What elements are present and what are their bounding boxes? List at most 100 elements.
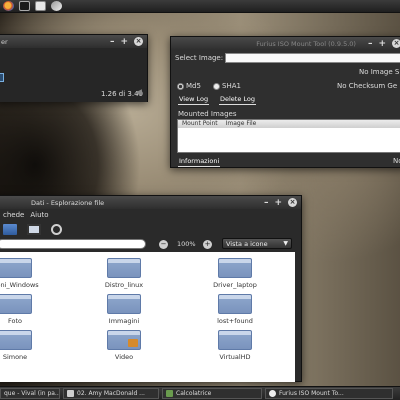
zoom-level: 100% xyxy=(177,240,196,248)
maximize-button[interactable]: + xyxy=(120,37,128,47)
table-header: Mount Point Image File xyxy=(178,120,400,128)
select-image-input[interactable] xyxy=(225,53,400,63)
folder-icon xyxy=(218,294,252,314)
no-image-text: No Image S xyxy=(359,68,400,76)
select-image-label: Select Image: xyxy=(175,54,224,62)
path-input[interactable] xyxy=(0,239,146,249)
task-label: Calcolatrice xyxy=(176,390,212,397)
folder-icon xyxy=(0,294,32,314)
music-icon xyxy=(67,390,74,397)
play-button[interactable] xyxy=(0,73,4,82)
file-icon-view: zioni_Windows Distro_linux Driver_laptop… xyxy=(0,252,295,382)
task-button-calculator[interactable]: Calcolatrice xyxy=(162,388,262,399)
info-button[interactable]: Informazioni xyxy=(178,157,221,167)
player-title: er xyxy=(1,37,8,46)
terminal-icon[interactable] xyxy=(19,1,30,11)
chevron-down-icon: ▼ xyxy=(283,240,288,247)
video-folder-icon xyxy=(107,330,141,350)
explorer-titlebar[interactable]: Dati - Esplorazione file – + × xyxy=(0,196,301,209)
player-titlebar[interactable]: er – + × xyxy=(0,35,147,48)
player-body: 1.26 di 3.40 ◀ xyxy=(0,48,147,102)
list-item[interactable]: Foto xyxy=(0,294,55,325)
disc-icon xyxy=(269,390,276,397)
zoom-out-button[interactable]: − xyxy=(159,240,168,249)
task-label: 02. Amy MacDonald ... xyxy=(77,390,145,397)
tools-icon[interactable] xyxy=(51,1,62,11)
iso-window-title: Furius ISO Mount Tool (0.9.5.0) xyxy=(256,39,356,48)
col-image-file[interactable]: Image File xyxy=(226,120,257,128)
file-explorer-window: Dati - Esplorazione file – + × chede Aiu… xyxy=(0,195,302,382)
col-mount-point[interactable]: Mount Point xyxy=(182,120,218,128)
maximize-button[interactable]: + xyxy=(274,198,282,208)
list-item[interactable]: VirtualHD xyxy=(195,330,275,361)
menu-bar: chede Aiuto xyxy=(0,209,301,220)
trailing-text: No xyxy=(393,157,400,165)
mail-icon[interactable] xyxy=(35,1,46,11)
file-name: VirtualHD xyxy=(219,353,251,361)
list-item[interactable]: zioni_Windows xyxy=(0,258,55,289)
task-label: Furius ISO Mount To... xyxy=(279,390,344,397)
file-name: Immagini xyxy=(108,317,140,325)
computer-icon[interactable] xyxy=(27,223,41,235)
close-button[interactable]: × xyxy=(134,37,143,46)
task-button-player[interactable]: que - Vival (in pa... xyxy=(0,388,60,399)
folder-icon xyxy=(107,258,141,278)
menu-item-help[interactable]: Aiuto xyxy=(30,211,48,219)
firefox-icon[interactable] xyxy=(3,1,14,11)
menu-item-tabs[interactable]: chede xyxy=(3,211,24,219)
list-item[interactable]: Driver_laptop xyxy=(195,258,275,289)
folder-icon[interactable] xyxy=(3,223,17,235)
file-name: Driver_laptop xyxy=(213,281,257,289)
list-item[interactable]: Simone xyxy=(0,330,55,361)
folder-icon xyxy=(218,258,252,278)
volume-icon[interactable]: ◀ xyxy=(135,88,142,98)
file-name: lost+found xyxy=(217,317,253,325)
file-name: Distro_linux xyxy=(104,281,144,289)
toolbar xyxy=(0,220,301,238)
file-name: Simone xyxy=(2,353,28,361)
delete-log-button[interactable]: Delete Log xyxy=(219,95,257,105)
no-checksum-text: No Checksum Ge xyxy=(337,82,398,90)
sha1-radio[interactable]: SHA1 xyxy=(213,82,241,90)
radio-icon xyxy=(213,82,220,90)
folder-icon xyxy=(0,330,32,350)
taskbar: que - Vival (in pa... 02. Amy MacDonald … xyxy=(0,386,400,400)
zoom-in-button[interactable]: + xyxy=(203,240,212,249)
list-item[interactable]: Video xyxy=(84,330,164,361)
iso-mount-window: Furius ISO Mount Tool (0.9.5.0) – + × Se… xyxy=(170,36,400,168)
close-button[interactable]: × xyxy=(392,39,400,48)
search-icon[interactable] xyxy=(51,223,62,235)
mounted-images-label: Mounted Images xyxy=(178,110,237,118)
folder-icon xyxy=(107,294,141,314)
task-button-music[interactable]: 02. Amy MacDonald ... xyxy=(63,388,159,399)
minimize-button[interactable]: – xyxy=(368,39,373,49)
file-name: Video xyxy=(114,353,134,361)
view-mode-select[interactable]: Vista a icone ▼ xyxy=(222,238,292,249)
list-item[interactable]: Immagini xyxy=(84,294,164,325)
minimize-button[interactable]: – xyxy=(264,198,269,208)
view-mode-label: Vista a icone xyxy=(226,240,268,248)
mounted-images-table[interactable]: Mount Point Image File xyxy=(177,119,400,153)
view-log-button[interactable]: View Log xyxy=(178,95,210,105)
close-button[interactable]: × xyxy=(288,198,297,207)
minimize-button[interactable]: – xyxy=(110,37,115,47)
folder-icon xyxy=(218,330,252,350)
list-item[interactable]: lost+found xyxy=(195,294,275,325)
folder-icon xyxy=(0,258,32,278)
md5-radio[interactable]: Md5 xyxy=(177,82,201,90)
file-name: zioni_Windows xyxy=(0,281,39,289)
iso-titlebar[interactable]: Furius ISO Mount Tool (0.9.5.0) – + × xyxy=(171,37,400,50)
task-button-iso[interactable]: Furius ISO Mount To... xyxy=(265,388,393,399)
list-item[interactable]: Distro_linux xyxy=(84,258,164,289)
file-name: Foto xyxy=(7,317,22,325)
location-bar: − 100% + Vista a icone ▼ xyxy=(0,238,301,252)
explorer-title: Dati - Esplorazione file xyxy=(31,198,105,207)
sha1-label: SHA1 xyxy=(222,82,241,90)
md5-label: Md5 xyxy=(186,82,201,90)
maximize-button[interactable]: + xyxy=(378,39,386,49)
media-player-window: er – + × 1.26 di 3.40 ◀ xyxy=(0,34,148,102)
calculator-icon xyxy=(166,390,173,397)
task-label: que - Vival (in pa... xyxy=(4,390,60,397)
top-panel xyxy=(0,0,400,13)
radio-selected-icon xyxy=(177,82,184,90)
